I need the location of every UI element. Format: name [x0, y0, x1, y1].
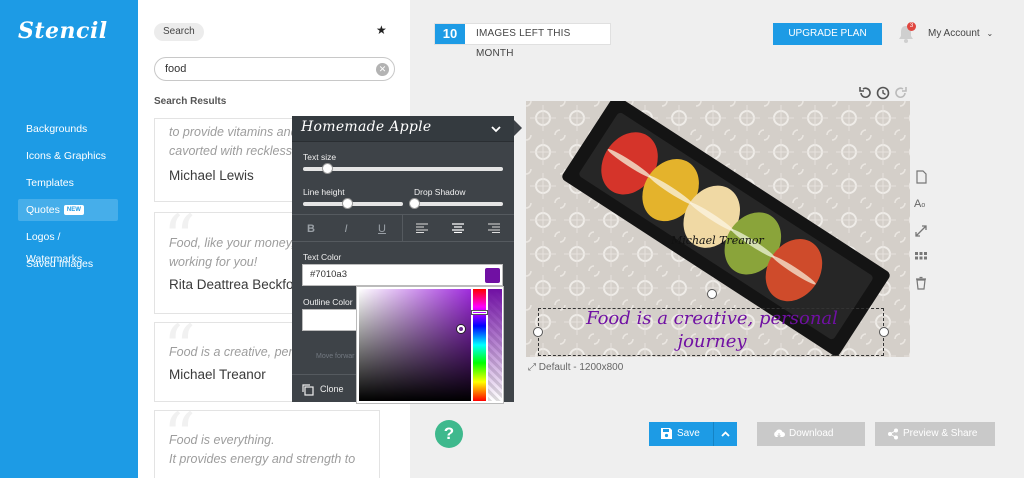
preview-share-button[interactable]: Preview & Share	[875, 422, 995, 446]
clone-button[interactable]: Clone	[292, 374, 356, 402]
save-options-button[interactable]	[714, 422, 737, 446]
center-align-icon[interactable]	[452, 223, 464, 233]
line-height-slider-thumb[interactable]	[342, 198, 353, 209]
search-input[interactable]	[154, 57, 395, 81]
sidebar: Stencil Backgrounds Icons & Graphics Tem…	[0, 0, 138, 478]
editor-pointer	[514, 120, 522, 136]
drop-shadow-slider-thumb[interactable]	[409, 198, 420, 209]
left-align-icon[interactable]	[416, 223, 428, 233]
history-icon[interactable]	[876, 86, 890, 100]
save-button[interactable]: Save	[649, 422, 714, 446]
text-color-label: Text Color	[303, 252, 342, 262]
undo-icon[interactable]	[858, 86, 872, 100]
drop-shadow-label: Drop Shadow	[414, 187, 466, 197]
resize-handle[interactable]	[879, 327, 889, 337]
grid-icon[interactable]	[914, 250, 928, 264]
color-picker-handle[interactable]	[457, 325, 465, 333]
chevron-down-icon	[491, 126, 501, 133]
images-left-count: 10	[435, 24, 465, 44]
sidebar-item-label: Quotes	[26, 204, 60, 216]
chevron-down-icon: ⌄	[986, 29, 994, 38]
new-badge: NEW	[63, 205, 84, 216]
format-toolbar: B I U	[292, 214, 514, 242]
right-align-icon[interactable]	[488, 223, 500, 233]
hue-slider[interactable]	[473, 289, 486, 401]
redo-icon[interactable]	[894, 86, 908, 100]
resize-handle[interactable]	[707, 289, 717, 299]
quote-author: Michael Lewis	[169, 168, 254, 183]
sidebar-item-saved-images[interactable]: Saved Images	[18, 253, 118, 275]
underline-button[interactable]: U	[373, 221, 391, 237]
text-style-icon[interactable]: Ao	[914, 197, 932, 211]
quote-result-card[interactable]: “ Food is everything. It provides energy…	[154, 410, 380, 478]
download-label: Download	[789, 428, 834, 439]
images-left-label: IMAGES LEFT THIS MONTH	[476, 28, 571, 59]
italic-button[interactable]: I	[337, 221, 355, 237]
search-tab[interactable]: Search	[154, 23, 204, 41]
account-label: My Account	[928, 28, 980, 39]
design-canvas[interactable]: Michael Treanor Food is a creative, pers…	[526, 101, 910, 357]
font-name: Homemade Apple	[301, 119, 432, 135]
text-size-slider-thumb[interactable]	[322, 163, 333, 174]
hue-slider-handle[interactable]	[472, 311, 487, 314]
resize-icon[interactable]	[914, 224, 928, 238]
my-account-menu[interactable]: My Account ⌄	[928, 28, 993, 39]
sidebar-item-icons-graphics[interactable]: Icons & Graphics	[18, 145, 118, 167]
line-height-label: Line height	[303, 187, 345, 197]
help-button[interactable]: ?	[435, 420, 463, 448]
canvas-quote-text[interactable]: Food is a creative, personal journey	[550, 307, 874, 353]
preview-share-label: Preview & Share	[903, 428, 978, 439]
resize-handle[interactable]	[533, 327, 543, 337]
document-icon[interactable]	[914, 170, 928, 184]
expand-icon: ⤢	[528, 362, 536, 373]
chevron-up-icon	[721, 431, 730, 437]
download-button[interactable]: Download	[757, 422, 865, 446]
canvas-size-label: Default - 1200x800	[538, 362, 624, 373]
sidebar-item-quotes[interactable]: Quotes NEW	[18, 199, 118, 221]
text-color-value: #7010a3	[310, 269, 347, 280]
sidebar-item-templates[interactable]: Templates	[18, 172, 118, 194]
canvas-size-caption[interactable]: ⤢ Default - 1200x800	[528, 362, 623, 373]
saturation-value-area[interactable]	[359, 289, 471, 401]
quote-author: Michael Treanor	[169, 367, 266, 382]
images-left-counter: 10 IMAGES LEFT THIS MONTH	[434, 23, 611, 59]
cloud-download-icon	[774, 429, 785, 438]
text-color-swatch[interactable]	[485, 268, 500, 283]
text-size-slider[interactable]	[303, 167, 503, 171]
save-label: Save	[677, 428, 700, 439]
alpha-slider[interactable]	[488, 289, 502, 401]
share-icon	[888, 428, 898, 440]
move-forward-text[interactable]: Move forwar	[316, 353, 355, 360]
color-picker	[356, 286, 504, 404]
clone-label: Clone	[320, 384, 344, 394]
clear-search-icon[interactable]: ✕	[376, 63, 389, 76]
favorites-star-icon[interactable]: ★	[376, 23, 387, 37]
notification-badge: 3	[907, 22, 916, 31]
outline-color-label: Outline Color	[303, 297, 353, 307]
search-results-heading: Search Results	[154, 96, 227, 107]
canvas-author-text[interactable]: Michael Treanor	[671, 234, 764, 247]
save-icon	[661, 428, 672, 439]
drop-shadow-slider[interactable]	[414, 202, 503, 206]
quote-text: Food is everything. It provides energy a…	[169, 433, 356, 466]
font-selector[interactable]: Homemade Apple	[292, 116, 514, 142]
quote-text: Food, like your money, working for you!	[169, 236, 295, 269]
line-height-slider[interactable]	[303, 202, 403, 206]
quote-text: to provide vitamins and cavorted with re…	[169, 125, 298, 158]
sidebar-item-backgrounds[interactable]: Backgrounds	[18, 118, 118, 140]
app-logo[interactable]: Stencil	[18, 18, 108, 44]
sidebar-item-logos-watermarks[interactable]: Logos / Watermarks	[18, 226, 118, 265]
outline-color-input[interactable]	[302, 309, 360, 331]
clone-icon	[302, 384, 314, 396]
text-size-label: Text size	[303, 152, 337, 162]
trash-icon[interactable]	[914, 276, 928, 290]
bold-button[interactable]: B	[302, 221, 320, 237]
quote-author: Rita Deattrea Beckford	[169, 277, 306, 292]
format-divider	[402, 215, 403, 242]
text-color-input[interactable]: #7010a3	[302, 264, 503, 286]
upgrade-plan-button[interactable]: UPGRADE PLAN	[773, 23, 882, 45]
